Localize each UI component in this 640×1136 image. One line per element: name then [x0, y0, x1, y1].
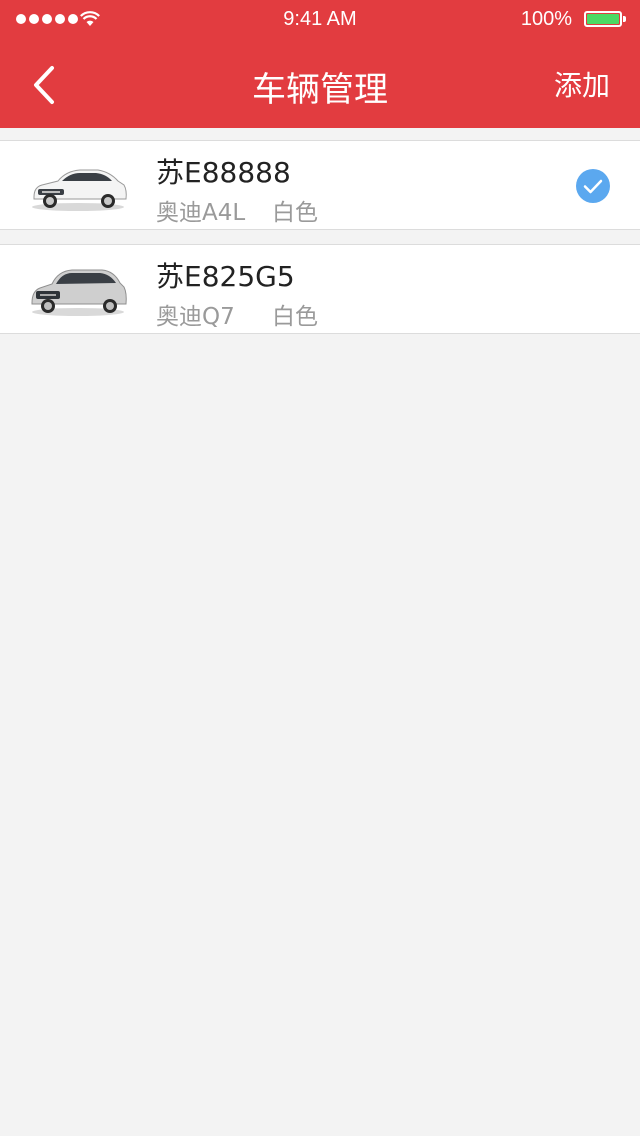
vehicle-list: 苏E88888 奥迪A4L 白色 苏E825G5 奥迪Q7 白色 [0, 140, 640, 348]
header: 9:41 AM 100% 车辆管理 添加 [0, 0, 640, 128]
vehicle-item[interactable]: 苏E88888 奥迪A4L 白色 [0, 140, 640, 230]
car-suv-image [31, 269, 127, 316]
nav-bar: 车辆管理 添加 [0, 40, 640, 128]
battery-tip [623, 16, 626, 22]
battery-percent: 100% [520, 8, 572, 30]
checkmark-icon [576, 169, 610, 203]
add-button[interactable]: 添加 [554, 64, 610, 104]
plate-number: 苏E88888 [156, 156, 291, 189]
car-sedan-image [32, 169, 127, 211]
battery-icon [584, 11, 622, 27]
car-model: 奥迪A4L [156, 200, 246, 226]
plate-number: 苏E825G5 [156, 260, 295, 293]
status-bar: 9:41 AM 100% [0, 0, 640, 40]
back-button[interactable] [26, 62, 66, 108]
car-color: 白色 [272, 304, 318, 330]
car-color: 白色 [272, 200, 318, 226]
chevron-left-icon [34, 66, 54, 104]
car-model: 奥迪Q7 [156, 304, 235, 330]
vehicle-item[interactable]: 苏E825G5 奥迪Q7 白色 [0, 244, 640, 334]
page-title: 车辆管理 [252, 71, 388, 109]
